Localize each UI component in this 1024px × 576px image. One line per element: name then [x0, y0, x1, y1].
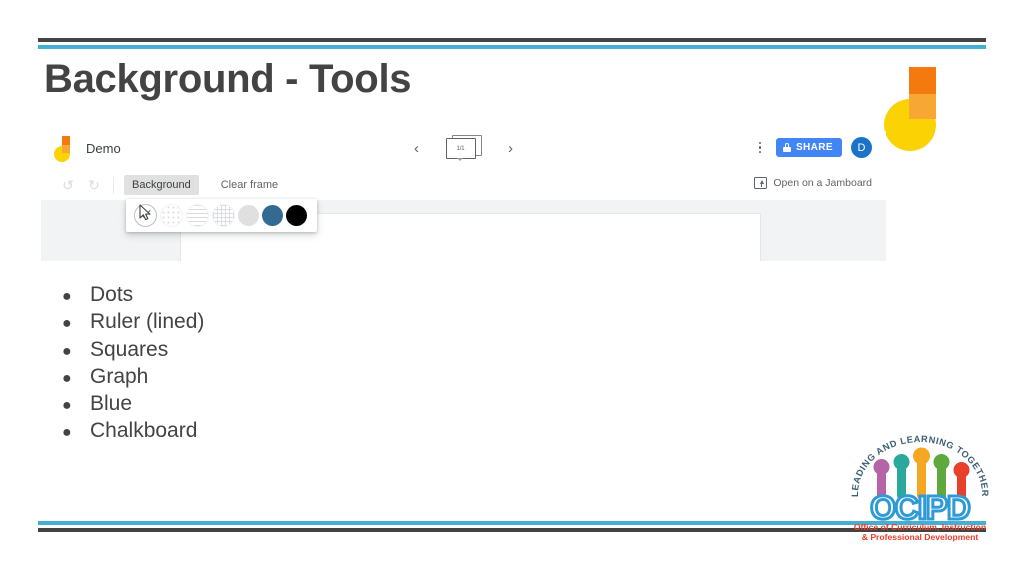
- top-rule-dark: [38, 38, 986, 42]
- list-item-label: Blue: [90, 392, 133, 416]
- jamboard-top-bar: Demo ‹ 1/1 › SHARE D: [41, 131, 886, 170]
- ocipd-logo-graphic: LEADING AND LEARNING TOGETHER OCIPD Offi…: [850, 434, 989, 542]
- bottom-rule-cyan: [38, 521, 986, 525]
- list-item-label: Squares: [90, 337, 169, 361]
- list-item: ● Ruler (lined): [62, 310, 562, 337]
- jamboard-logo-rect-top: [909, 67, 936, 94]
- ocipd-logo: LEADING AND LEARNING TOGETHER OCIPD Offi…: [846, 432, 994, 542]
- lock-icon: [782, 143, 791, 152]
- page-title: Background - Tools: [44, 57, 412, 101]
- redo-icon[interactable]: ↻: [81, 177, 107, 194]
- bullet-list: ● Dots ● Ruler (lined) ● Squares ● Graph…: [62, 283, 562, 447]
- bullet-icon: ●: [62, 369, 72, 387]
- top-rule-cyan: [38, 45, 986, 49]
- previous-frame-icon[interactable]: ‹: [410, 141, 424, 156]
- frame-stack-front: 1/1: [445, 138, 476, 159]
- toolbar-divider: [113, 176, 114, 194]
- avatar[interactable]: D: [851, 137, 872, 158]
- next-frame-icon[interactable]: ›: [504, 141, 518, 156]
- clear-frame-button[interactable]: Clear frame: [221, 179, 278, 191]
- background-swatch-blue[interactable]: [262, 205, 283, 226]
- background-button[interactable]: Background: [124, 175, 199, 195]
- logo-acronym: OCIPD: [870, 489, 970, 526]
- jamboard-logo-rect-bottom: [909, 94, 936, 119]
- top-bar-actions: SHARE D: [753, 137, 872, 158]
- list-item-label: Graph: [90, 364, 149, 388]
- bullet-icon: ●: [62, 315, 72, 333]
- background-swatch-chalkboard[interactable]: [286, 205, 307, 226]
- background-swatch-squares[interactable]: [212, 204, 235, 227]
- bottom-rule-dark: [38, 528, 986, 532]
- more-options-icon[interactable]: [753, 140, 767, 156]
- bullet-icon: ●: [62, 397, 72, 415]
- frame-counter: 1/1: [456, 145, 465, 152]
- list-item: ● Graph: [62, 365, 562, 392]
- share-button-label: SHARE: [795, 142, 833, 153]
- list-item: ● Blue: [62, 392, 562, 419]
- open-on-jamboard-button[interactable]: Open on a Jamboard: [754, 177, 872, 189]
- jamboard-logo-large: [884, 67, 952, 151]
- list-item-label: Ruler (lined): [90, 310, 205, 334]
- background-swatch-lined[interactable]: [186, 204, 209, 227]
- list-item: ● Squares: [62, 338, 562, 365]
- logo-tagline-line1: Office of Curriculum, Instruction: [854, 522, 986, 532]
- list-item-label: Chalkboard: [90, 419, 198, 443]
- chevron-down-icon: [456, 158, 463, 161]
- jamboard-app-screenshot: Demo ‹ 1/1 › SHARE D ↺ ↻ Background Clea…: [41, 131, 886, 261]
- background-picker-popup: [126, 199, 317, 232]
- jamboard-tool-bar: ↺ ↻ Background Clear frame Open on a Jam…: [41, 170, 886, 200]
- background-swatch-graph[interactable]: [238, 205, 259, 226]
- open-on-jamboard-label: Open on a Jamboard: [773, 177, 872, 189]
- share-button[interactable]: SHARE: [775, 138, 842, 157]
- undo-icon[interactable]: ↺: [55, 177, 81, 194]
- list-item-label: Dots: [90, 283, 134, 306]
- bullet-icon: ●: [62, 342, 72, 360]
- logo-tagline-line2: & Professional Development: [862, 532, 979, 542]
- list-item: ● Dots: [62, 283, 562, 310]
- background-swatch-dots[interactable]: [160, 204, 183, 227]
- bullet-icon: ●: [62, 424, 72, 442]
- bullet-icon: ●: [62, 288, 72, 305]
- open-on-device-icon: [754, 177, 768, 189]
- list-item: ● Chalkboard: [62, 419, 562, 446]
- frame-selector[interactable]: 1/1: [445, 135, 482, 162]
